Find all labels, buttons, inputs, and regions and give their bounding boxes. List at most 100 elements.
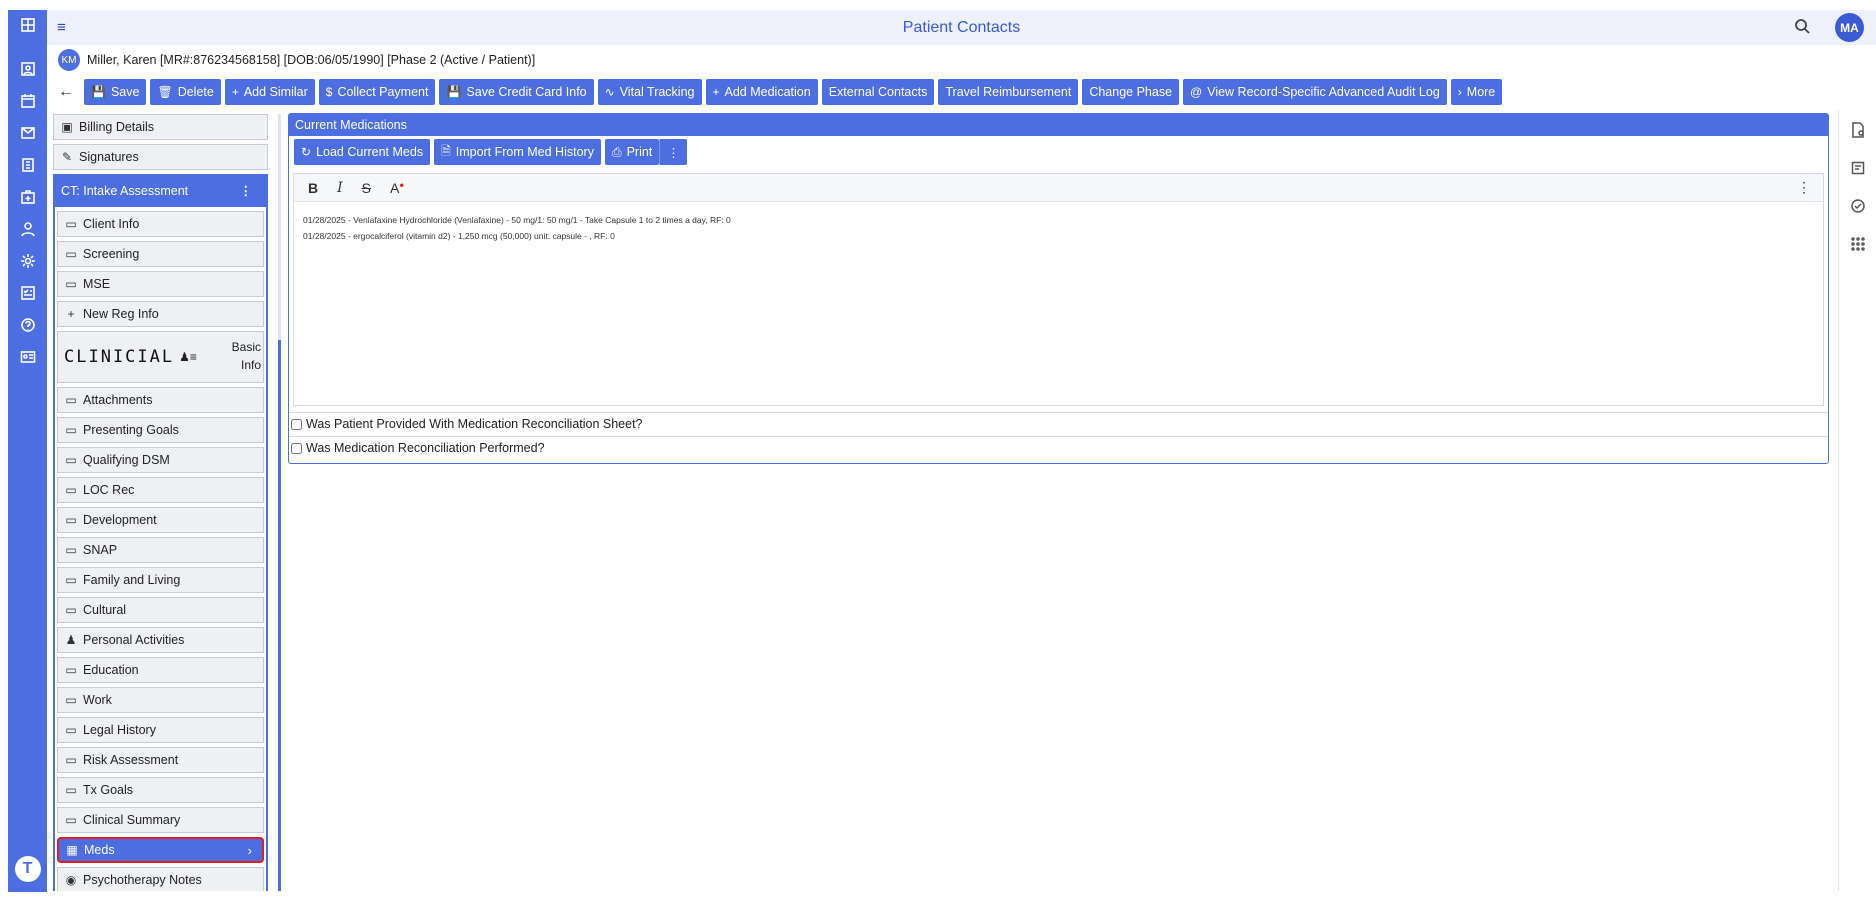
- checkbox-input[interactable]: [291, 418, 302, 430]
- print-button[interactable]: ⎙ Print: [604, 139, 660, 165]
- apps-grid-icon[interactable]: [1850, 236, 1866, 274]
- sidebar-item-clinical-summary[interactable]: ▭ Clinical Summary: [57, 807, 264, 833]
- print-options-kebab[interactable]: ⋮: [659, 139, 687, 165]
- folder-icon: ▭: [65, 247, 77, 261]
- panel-toolbar: ↻ Load Current Meds 🗎 Import From Med Hist…: [289, 136, 1828, 168]
- sidebar-item-screening[interactable]: ▭ Screening: [57, 241, 264, 267]
- contacts-icon[interactable]: [15, 56, 41, 82]
- sidebar-item-attachments[interactable]: ▭ Attachments: [57, 387, 264, 413]
- sidebar-item-billing-details[interactable]: ▣ Billing Details: [53, 114, 268, 140]
- search-icon[interactable]: [1794, 18, 1810, 37]
- divider: [289, 412, 1828, 413]
- checklist-icon[interactable]: [15, 280, 41, 306]
- add-similar-button[interactable]: + Add Similar: [224, 79, 315, 105]
- person-icon[interactable]: [15, 216, 41, 242]
- sidebar-item-qualifying-dsm[interactable]: ▭ Qualifying DSM: [57, 447, 264, 473]
- sidebar-item-mse[interactable]: ▭ MSE: [57, 271, 264, 297]
- med-line: 01/28/2025 - Venlafaxine Hydrochloride (…: [303, 215, 731, 225]
- clipboard-icon: ▦: [66, 843, 78, 857]
- sidebar-item-tx-goals[interactable]: ▭ Tx Goals: [57, 777, 264, 803]
- more-button[interactable]: › More: [1450, 79, 1503, 105]
- current-medications-panel: Current Medications ↻ Load Current Meds 🗎…: [288, 113, 1829, 464]
- sidebar-item-clinical[interactable]: CLINICIAL ♟≡ Basic Info: [57, 331, 264, 383]
- settings-icon[interactable]: [15, 248, 41, 274]
- plus-icon: +: [67, 307, 75, 321]
- medical-kit-icon[interactable]: [15, 184, 41, 210]
- patient-banner: KM Miller, Karen [MR#:876234568158] [DOB…: [58, 48, 535, 72]
- external-contacts-button[interactable]: External Contacts: [821, 79, 935, 105]
- sidebar-item-legal-history[interactable]: ▭ Legal History: [57, 717, 264, 743]
- save-button[interactable]: 💾 Save: [84, 79, 147, 105]
- folder-icon: ▭: [65, 813, 77, 827]
- sidebar-item-meds[interactable]: ▦ Meds ›: [57, 837, 264, 863]
- save-credit-card-button[interactable]: 💾 Save Credit Card Info: [439, 79, 594, 105]
- sidebar-item-education[interactable]: ▭ Education: [57, 657, 264, 683]
- editor-more-icon[interactable]: ⋮: [1797, 179, 1811, 196]
- sidebar-item-family-and-living[interactable]: ▭ Family and Living: [57, 567, 264, 593]
- dashboard-icon[interactable]: [15, 12, 41, 38]
- notes-icon[interactable]: [1850, 160, 1866, 198]
- reconciliation-performed-checkbox[interactable]: Was Medication Reconciliation Performed?: [291, 441, 545, 455]
- folder-icon: ▭: [65, 783, 77, 797]
- kebab-menu-icon[interactable]: ⋮: [240, 183, 253, 198]
- rich-text-editor[interactable]: B I S A● ⋮ 01/28/2025 - Venlafaxine Hydr…: [293, 173, 1824, 406]
- document-settings-icon[interactable]: [1850, 122, 1866, 160]
- right-utility-rail: [1838, 110, 1876, 891]
- app-logo: T: [14, 856, 41, 882]
- sidebar-item-psychotherapy-notes[interactable]: ◉ Psychotherapy Notes: [57, 867, 264, 891]
- reconciliation-sheet-checkbox[interactable]: Was Patient Provided With Medication Rec…: [291, 417, 643, 431]
- sidebar-item-personal-activities[interactable]: ♟ Personal Activities: [57, 627, 264, 653]
- strikethrough-icon[interactable]: S: [362, 180, 371, 196]
- page-title: Patient Contacts: [902, 18, 1021, 36]
- sidebar-item-presenting-goals[interactable]: ▭ Presenting Goals: [57, 417, 264, 443]
- file-import-icon: 🗎: [441, 143, 451, 158]
- check-circle-icon[interactable]: [1850, 198, 1866, 236]
- sidebar-item-work[interactable]: ▭ Work: [57, 687, 264, 713]
- sidebar-item-loc-rec[interactable]: ▭ LOC Rec: [57, 477, 264, 503]
- folder-icon: ▭: [65, 277, 77, 291]
- travel-reimbursement-button[interactable]: Travel Reimbursement: [938, 79, 1079, 105]
- editor-toolbar: B I S A● ⋮: [294, 174, 1823, 202]
- italic-icon[interactable]: I: [337, 180, 343, 196]
- add-medication-button[interactable]: + Add Medication: [705, 79, 818, 105]
- audit-log-button[interactable]: @ View Record-Specific Advanced Audit Log: [1183, 79, 1447, 105]
- folder-icon: ▭: [65, 423, 77, 437]
- back-arrow-icon[interactable]: ←: [58, 83, 84, 101]
- sidebar-item-new-reg-info[interactable]: + New Reg Info: [57, 301, 264, 327]
- user-avatar[interactable]: MA: [1835, 13, 1864, 42]
- record-sidebar: ▣ Billing Details ✎ Signatures CT: Intake …: [53, 114, 268, 891]
- change-phase-button[interactable]: Change Phase: [1082, 79, 1180, 105]
- folder-icon: ▭: [65, 217, 77, 231]
- sidebar-item-risk-assessment[interactable]: ▭ Risk Assessment: [57, 747, 264, 773]
- sidebar-item-signatures[interactable]: ✎ Signatures: [53, 144, 268, 170]
- patient-info: Miller, Karen [MR#:876234568158] [DOB:06…: [87, 53, 536, 67]
- checkbox-input[interactable]: [291, 442, 302, 454]
- building-icon[interactable]: [15, 152, 41, 178]
- group-header[interactable]: CT: Intake Assessment ⋮: [55, 174, 266, 207]
- person-list-icon: ♟≡: [179, 350, 197, 364]
- sidebar-scroll-indicator[interactable]: [278, 340, 281, 891]
- folder-icon: ▭: [65, 693, 77, 707]
- delete-button[interactable]: 🗑 Delete: [150, 79, 221, 105]
- sidebar-item-client-info[interactable]: ▭ Client Info: [57, 211, 264, 237]
- credit-card-icon: ▣: [61, 120, 73, 134]
- help-icon[interactable]: [15, 312, 41, 338]
- sidebar-item-cultural[interactable]: ▭ Cultural: [57, 597, 264, 623]
- medication-list-content[interactable]: 01/28/2025 - Venlafaxine Hydrochloride (…: [294, 202, 1823, 254]
- import-med-history-button[interactable]: 🗎 Import From Med History: [434, 139, 601, 165]
- collect-payment-button[interactable]: $ Collect Payment: [318, 79, 436, 105]
- signature-icon: ✎: [61, 150, 73, 164]
- vital-tracking-button[interactable]: ∿ Vital Tracking: [597, 79, 702, 105]
- menu-toggle-icon[interactable]: ≡: [57, 19, 87, 36]
- divider: [289, 436, 1828, 437]
- id-card-icon[interactable]: [15, 344, 41, 370]
- bold-icon[interactable]: B: [308, 180, 318, 196]
- load-current-meds-button[interactable]: ↻ Load Current Meds: [294, 139, 431, 165]
- mail-icon[interactable]: [15, 120, 41, 146]
- calendar-icon[interactable]: [15, 88, 41, 114]
- trash-icon: 🗑: [157, 85, 173, 99]
- sidebar-item-development[interactable]: ▭ Development: [57, 507, 264, 533]
- text-color-icon[interactable]: A●: [390, 180, 404, 196]
- refresh-icon: ↻: [301, 145, 312, 159]
- sidebar-item-snap[interactable]: ▭ SNAP: [57, 537, 264, 563]
